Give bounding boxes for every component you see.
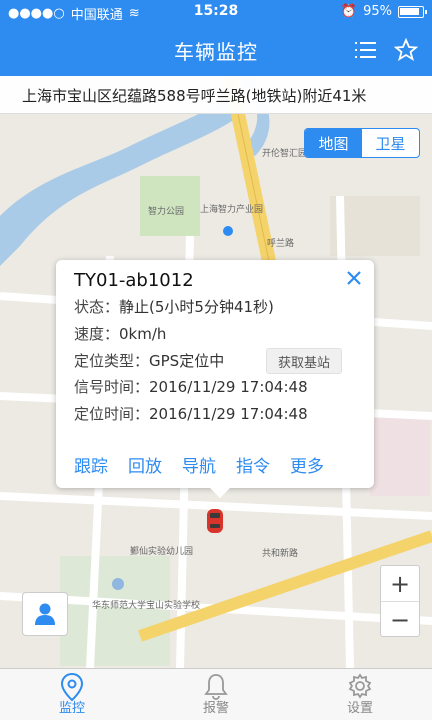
star-icon[interactable] (394, 38, 418, 62)
signal-time-label: 信号时间： (74, 378, 150, 396)
position-time-value: 2016/11/29 17:04:48 (149, 405, 308, 423)
status-value: 静止(5小时5分钟41秒) (119, 298, 274, 316)
vehicle-info-popup: TY01-ab1012 状态：静止(5小时5分钟41秒) 速度：0km/h 定位… (56, 260, 374, 498)
command-button[interactable]: 指令 (236, 452, 270, 477)
tab-alarm[interactable]: 报警 (144, 669, 288, 720)
status-row: 状态：静止(5小时5分钟41秒) (74, 296, 274, 317)
tab-settings-label: 设置 (346, 701, 373, 716)
popup-actions: 跟踪 回放 导航 指令 更多 (74, 452, 324, 477)
map-label-industrial: 上海智力产业园 (200, 203, 263, 215)
map-type-toggle[interactable]: 地图 卫星 (304, 128, 420, 158)
location-type-label: 定位类型： (74, 352, 150, 370)
map-label-gongyuan: 共和新路 (262, 547, 298, 559)
map-label-park: 智力公园 (148, 205, 184, 217)
locate-user-button[interactable] (22, 592, 68, 636)
park-area (140, 176, 200, 236)
tab-alarm-label: 报警 (202, 701, 229, 716)
battery-icon (398, 5, 427, 18)
speed-row: 速度：0km/h (74, 323, 166, 344)
playback-button[interactable]: 回放 (128, 452, 162, 477)
track-button[interactable]: 跟踪 (74, 452, 108, 477)
location-type-row: 定位类型：GPS定位中 (74, 350, 224, 371)
hospital-area (370, 416, 430, 496)
speed-label: 速度： (74, 325, 120, 343)
list-icon[interactable] (354, 38, 378, 62)
signal-time-value: 2016/11/29 17:04:48 (149, 378, 308, 396)
bottom-tab-bar: 监控 报警 设置 (0, 668, 432, 720)
map-type-map-button[interactable]: 地图 (305, 129, 362, 157)
status-bar: ●●●●○ 中国联通 ≋ 15:28 ⏰ 95% (0, 0, 432, 24)
zoom-controls: + − (380, 565, 420, 637)
position-time-label: 定位时间： (74, 405, 150, 423)
zoom-in-button[interactable]: + (381, 566, 419, 602)
tab-settings[interactable]: 设置 (288, 669, 432, 720)
tab-monitor[interactable]: 监控 (0, 669, 144, 720)
more-button[interactable]: 更多 (290, 452, 324, 477)
vehicle-plate: TY01-ab1012 (74, 270, 194, 291)
gps-dot (223, 226, 233, 236)
map-type-satellite-button[interactable]: 卫星 (362, 129, 419, 157)
speed-value: 0km/h (119, 325, 167, 343)
status-label: 状态： (74, 298, 120, 316)
battery-percent: 95% (363, 4, 392, 19)
app-header: ●●●●○ 中国联通 ≋ 15:28 ⏰ 95% 车辆监控 (0, 0, 432, 76)
signal-time-row: 信号时间：2016/11/29 17:04:48 (74, 376, 308, 397)
get-basestation-button[interactable]: 获取基站 (266, 348, 342, 374)
close-icon[interactable] (344, 268, 364, 288)
car-marker-icon[interactable] (204, 508, 226, 534)
position-time-row: 定位时间：2016/11/29 17:04:48 (74, 403, 308, 424)
map-label-school: 华东师范大学宝山实验学校 (92, 599, 200, 611)
tab-monitor-label: 监控 (58, 701, 85, 716)
map-label-kaiyi: 开伦智汇园 (262, 147, 307, 159)
navigate-button[interactable]: 导航 (182, 452, 216, 477)
person-icon (35, 603, 55, 625)
alarm-icon: ⏰ (340, 4, 358, 19)
location-type-value: GPS定位中 (149, 352, 225, 370)
current-address: 上海市宝山区纪蕴路588号呼兰路(地铁站)附近41米 (0, 76, 432, 114)
zoom-out-button[interactable]: − (381, 602, 419, 638)
map-label-kindergarten: 鄞仙实验幼儿园 (130, 545, 193, 557)
map-label-hulan: 呼兰路 (267, 237, 294, 249)
